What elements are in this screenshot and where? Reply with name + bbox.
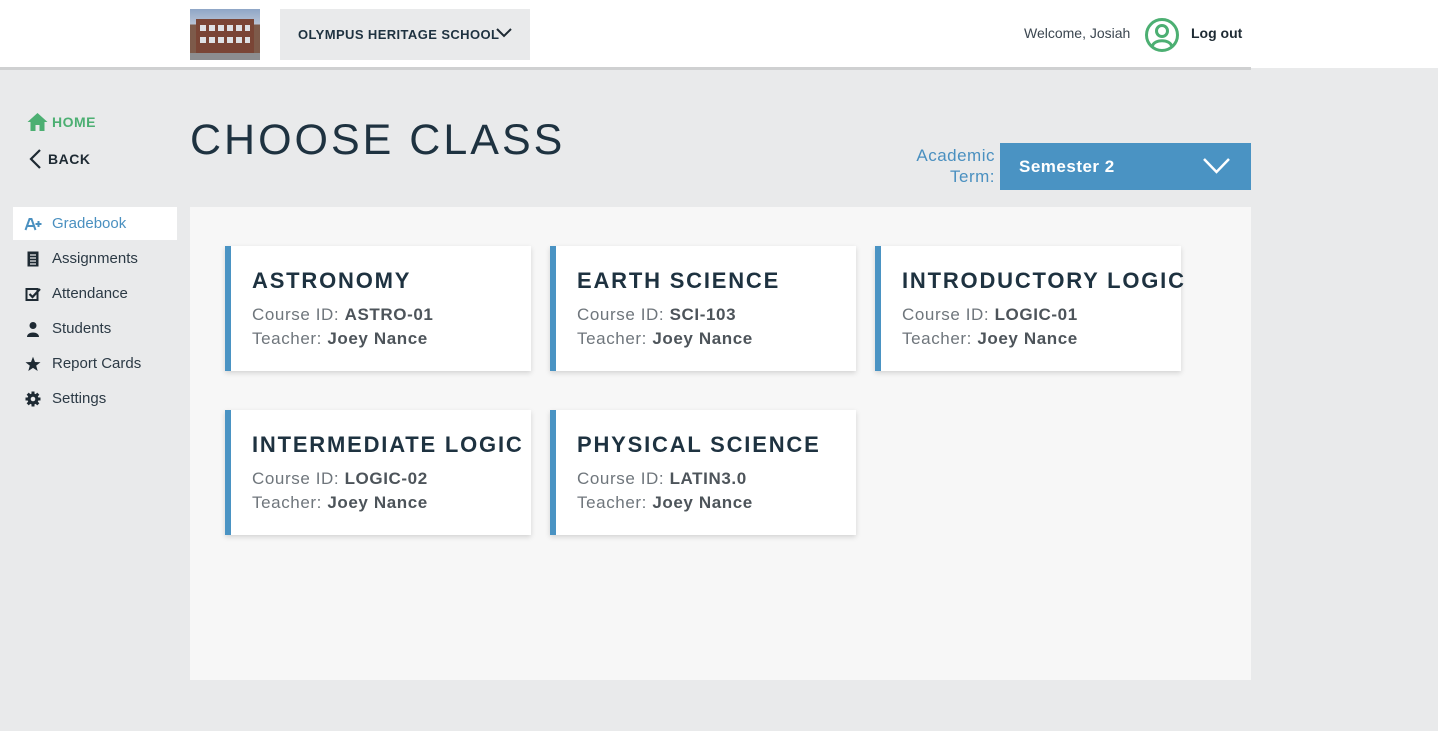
academic-term-label: Academic Term: [916,146,995,186]
school-name: OLYMPUS HERITAGE SCHOOL [298,27,500,42]
document-icon [23,250,43,268]
chevron-left-icon [29,149,41,169]
teacher-label: Teacher: [577,329,648,348]
course-id-label: Course ID: [577,469,665,488]
course-id-label: Course ID: [902,305,990,324]
home-icon [27,113,48,131]
a-plus-icon [23,215,43,233]
sidebar-item-attendance[interactable]: Attendance [13,277,177,310]
course-id-label: Course ID: [252,305,340,324]
course-id-value: LATIN3.0 [669,469,747,488]
home-link[interactable]: HOME [27,112,96,132]
course-id-value: LOGIC-02 [344,469,428,488]
sidebar-item-label: Gradebook [52,215,127,232]
teacher-value: Joey Nance [977,329,1078,348]
sidebar-item-label: Settings [52,390,107,407]
logout-link[interactable]: Log out [1191,25,1242,41]
teacher-value: Joey Nance [652,329,753,348]
teacher-value: Joey Nance [327,329,428,348]
teacher-value: Joey Nance [652,493,753,512]
course-id-label: Course ID: [577,305,665,324]
course-id-value: LOGIC-01 [994,305,1078,324]
sidebar: Gradebook Assignments Attendance Student… [13,207,177,417]
chevron-down-icon [496,28,512,38]
teacher-label: Teacher: [252,329,323,348]
class-card-physical-science[interactable]: PHYSICAL SCIENCE Course ID: LATIN3.0 Tea… [550,410,856,535]
page-title: CHOOSE CLASS [190,116,566,164]
course-id-label: Course ID: [252,469,340,488]
sidebar-item-settings[interactable]: Settings [13,382,177,415]
class-name: ASTRONOMY [252,268,412,293]
school-selector[interactable]: OLYMPUS HERITAGE SCHOOL [280,9,530,60]
teacher-label: Teacher: [577,493,648,512]
sidebar-item-students[interactable]: Students [13,312,177,345]
gear-icon [23,390,43,408]
star-icon [23,355,43,373]
header-divider [0,67,1251,70]
person-icon [23,320,43,338]
sidebar-item-label: Attendance [52,285,128,302]
class-card-introductory-logic[interactable]: INTRODUCTORY LOGIC Course ID: LOGIC-01 T… [875,246,1186,371]
class-card-intermediate-logic[interactable]: INTERMEDIATE LOGIC Course ID: LOGIC-02 T… [225,410,531,535]
checkbox-icon [23,285,43,303]
sidebar-item-label: Assignments [52,250,138,267]
class-name: INTRODUCTORY LOGIC [902,268,1186,293]
class-name: PHYSICAL SCIENCE [577,432,821,457]
sidebar-item-assignments[interactable]: Assignments [13,242,177,275]
class-name: EARTH SCIENCE [577,268,781,293]
academic-term-value: Semester 2 [1019,156,1115,176]
sidebar-item-gradebook[interactable]: Gradebook [13,207,177,240]
class-card-astronomy[interactable]: ASTRONOMY Course ID: ASTRO-01 Teacher: J… [225,246,531,371]
teacher-value: Joey Nance [327,493,428,512]
school-photo [190,9,260,60]
sidebar-item-label: Report Cards [52,355,142,372]
welcome-text: Welcome, Josiah [1024,25,1131,41]
class-name: INTERMEDIATE LOGIC [252,432,524,457]
back-link[interactable]: BACK [28,148,90,170]
teacher-label: Teacher: [252,493,323,512]
course-id-value: SCI-103 [669,305,737,324]
teacher-label: Teacher: [902,329,973,348]
academic-term-select[interactable]: Semester 2 [1000,143,1251,190]
home-label: HOME [52,114,96,130]
user-avatar-icon[interactable] [1144,17,1180,53]
sidebar-item-report-cards[interactable]: Report Cards [13,347,177,380]
back-label: BACK [48,151,91,167]
course-id-value: ASTRO-01 [344,305,434,324]
sidebar-item-label: Students [52,320,112,337]
class-card-earth-science[interactable]: EARTH SCIENCE Course ID: SCI-103 Teacher… [550,246,856,371]
class-list-panel: ASTRONOMY Course ID: ASTRO-01 Teacher: J… [190,207,1251,680]
chevron-down-icon [1203,158,1230,174]
